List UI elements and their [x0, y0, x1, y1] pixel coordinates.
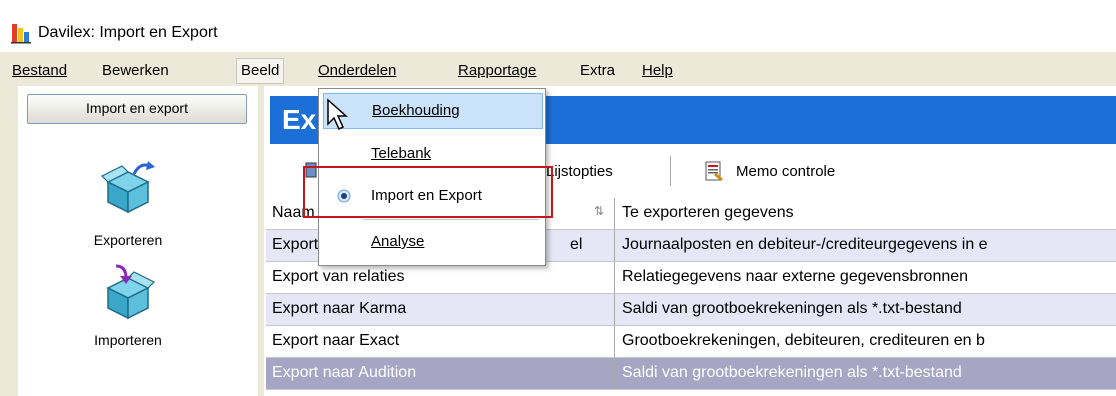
menu-help[interactable]: Help — [642, 62, 673, 79]
toolbar-separator — [670, 156, 671, 186]
section-title: Ex — [282, 104, 317, 135]
column-divider — [614, 198, 615, 229]
menu-onderdelen[interactable]: Onderdelen — [318, 62, 396, 79]
table-row-selected[interactable]: Export naar Audition Saldi van grootboek… — [266, 358, 1116, 390]
highlight-box — [303, 166, 553, 218]
menu-bar: Bestand Bewerken Beeld Onderdelen Rappor… — [0, 52, 1116, 86]
window-title: Davilex: Import en Export — [38, 24, 218, 41]
table-cell-name: Export naar Karma — [272, 300, 407, 317]
sort-icon: ⇅ — [594, 204, 605, 218]
column-divider — [614, 326, 615, 357]
left-panel: Import en export Exporteren Importeren — [18, 86, 258, 396]
menu-bestand[interactable]: Bestand — [12, 62, 67, 79]
table-row[interactable]: Export van relaties Relatiegegevens naar… — [266, 262, 1116, 294]
table-cell-description: Journaalposten en debiteur-/crediteurgeg… — [622, 236, 988, 253]
table-row[interactable]: Export naar Karma Saldi van grootboekrek… — [266, 294, 1116, 326]
column-divider — [614, 294, 615, 325]
mouse-cursor-icon — [327, 98, 348, 131]
menu-separator — [363, 219, 539, 220]
menu-item-analyse[interactable]: Analyse — [323, 225, 541, 259]
menu-rapportage[interactable]: Rapportage — [458, 62, 536, 79]
column-divider — [614, 230, 615, 261]
menu-extra[interactable]: Extra — [580, 62, 615, 79]
table-cell-name-suffix: el — [570, 236, 583, 253]
menu-bewerken[interactable]: Bewerken — [102, 62, 169, 79]
column-divider — [614, 358, 615, 389]
lijstopties-button[interactable]: Lijstopties — [546, 163, 613, 180]
table-cell-name: Export van relaties — [272, 268, 405, 285]
column-header-gegevens[interactable]: Te exporteren gegevens — [622, 204, 1112, 222]
table-cell-description: Relatiegegevens naar externe gegevensbro… — [622, 268, 969, 285]
import-label: Importeren — [94, 332, 162, 348]
table-cell-name: Export naar Audition — [272, 364, 417, 381]
title-bar: Davilex: Import en Export — [0, 0, 1116, 52]
menu-item-boekhouding[interactable]: Boekhouding — [323, 93, 543, 129]
table-row[interactable]: Export naar Exact Grootboekrekeningen, d… — [266, 326, 1116, 358]
table-cell-name: Export naar Exact — [272, 332, 400, 349]
export-label: Exporteren — [93, 232, 163, 248]
table-cell-description: Grootboekrekeningen, debiteuren, credite… — [622, 332, 985, 349]
memo-controle-button[interactable]: Memo controle — [736, 163, 835, 180]
column-divider — [614, 262, 615, 293]
export-box-icon[interactable] — [100, 158, 156, 214]
table-cell-description: Saldi van grootboekrekeningen als *.txt-… — [622, 364, 962, 381]
table-cell-description: Saldi van grootboekrekeningen als *.txt-… — [622, 300, 962, 317]
menu-beeld[interactable]: Beeld — [236, 58, 285, 84]
davilex-app-icon — [11, 24, 31, 44]
import-box-icon[interactable] — [100, 264, 156, 320]
import-export-button[interactable]: Import en export — [27, 94, 247, 124]
memo-icon — [705, 161, 723, 182]
